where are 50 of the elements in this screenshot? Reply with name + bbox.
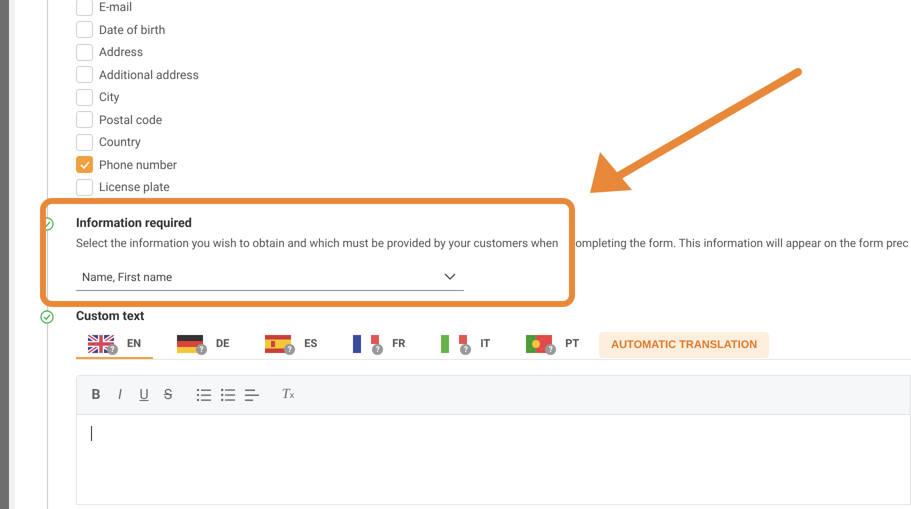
flag-icon (265, 334, 292, 352)
language-tab[interactable]: ? ES (253, 330, 330, 358)
bullet-list-icon[interactable] (221, 388, 235, 402)
checkbox[interactable] (76, 21, 93, 38)
numbered-list-icon[interactable] (197, 388, 211, 402)
checkbox[interactable] (76, 134, 93, 151)
checkbox[interactable] (76, 156, 93, 174)
language-tab[interactable]: ? FR (341, 330, 418, 358)
checkbox[interactable] (76, 111, 93, 128)
checkbox[interactable] (76, 44, 93, 61)
section-description: Select the information you wish to obtain and which must be provided by your customers when (76, 236, 558, 250)
checkbox-label: Date of birth (99, 22, 166, 37)
checkbox-label: E-mail (99, 0, 132, 14)
strike-button[interactable]: S (161, 386, 175, 402)
checkbox[interactable] (76, 178, 93, 196)
checkbox-label: City (99, 90, 120, 104)
language-tab[interactable]: ? IT (429, 330, 502, 358)
section-title: Custom text (76, 308, 146, 324)
checkbox-label: License plate (99, 180, 170, 194)
language-tab[interactable]: ? PT (514, 330, 592, 358)
checkbox-label: Phone number (99, 158, 177, 172)
checkbox-label: Address (99, 45, 144, 60)
help-badge: ? (545, 344, 556, 354)
checkbox-label: Additional address (99, 68, 199, 82)
language-tab[interactable]: ? EN (76, 330, 153, 358)
flag-icon (526, 334, 552, 352)
text-cursor (91, 426, 92, 440)
align-left-icon[interactable] (245, 388, 259, 402)
dropdown-field[interactable]: Name, First name (76, 264, 464, 290)
help-badge: ? (460, 344, 472, 354)
italic-button[interactable]: I (113, 386, 127, 402)
checkbox[interactable] (76, 88, 93, 106)
underline-button[interactable]: U (137, 386, 151, 402)
language-tab[interactable]: ? DE (164, 330, 242, 358)
checkbox-label: Country (99, 135, 141, 150)
check-icon (78, 158, 90, 171)
flag-icon (353, 334, 380, 352)
section-title: Information required (76, 216, 193, 232)
bold-button[interactable]: B (89, 386, 103, 402)
help-badge: ? (284, 344, 296, 354)
help-badge: ? (107, 344, 118, 354)
chevron-down-icon (444, 272, 456, 280)
flag-icon (176, 334, 203, 352)
checkbox-label: Postal code (99, 112, 162, 127)
flag-icon (88, 334, 114, 352)
flag-icon (441, 334, 468, 352)
help-badge: ? (372, 344, 384, 354)
section-description: ompleting the form. This information will appear on the form prec (575, 236, 909, 250)
checkbox[interactable] (76, 66, 93, 84)
checkbox[interactable] (76, 0, 93, 16)
